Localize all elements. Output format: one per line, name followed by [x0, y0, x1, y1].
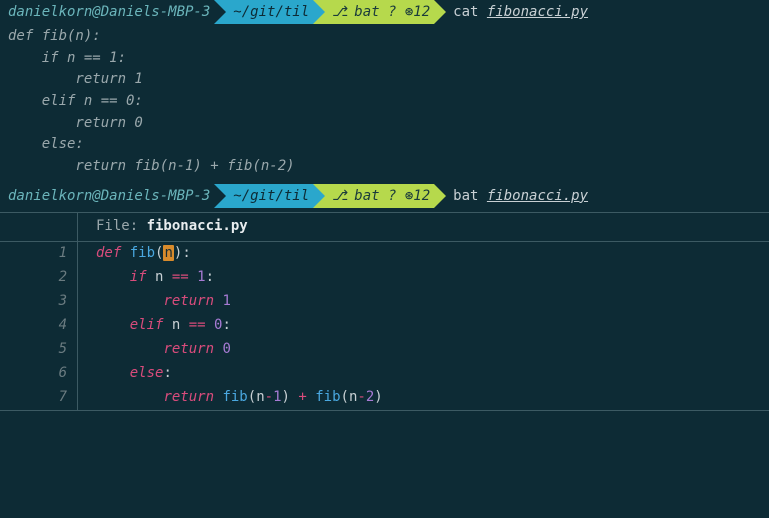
prompt-line-2: danielkorn@Daniels-MBP-3 ~/git/til ⎇ bat…	[0, 184, 769, 208]
keyword-return: return	[163, 341, 222, 357]
prompt-userhost: danielkorn@Daniels-MBP-3	[0, 184, 214, 208]
prompt-git-status: ⎇ bat ? ⊛12	[324, 184, 434, 208]
keyword-if: if	[130, 269, 155, 285]
code-content: elif n == 0:	[78, 315, 231, 337]
indent	[96, 317, 130, 333]
code-line-3: 3 return 1	[0, 290, 769, 314]
line-number: 2	[0, 266, 78, 290]
parameter: n	[163, 245, 173, 261]
bat-output: . File: fibonacci.py 1 def fib(n): 2 if …	[0, 212, 769, 411]
prompt-path: ~/git/til	[225, 184, 313, 208]
code-line-7: 7 return fib(n-1) + fib(n-2)	[0, 386, 769, 410]
code-content: return 0	[78, 339, 231, 361]
indent	[96, 389, 163, 405]
code-line-6: 6 else:	[0, 362, 769, 386]
command-name: bat	[453, 188, 478, 204]
paren-close: )	[374, 389, 382, 405]
git-branch-text: bat ? ⊛12	[354, 0, 430, 24]
indent	[96, 293, 163, 309]
number-literal: 1	[273, 389, 281, 405]
operator-plus: +	[290, 389, 315, 405]
bat-header: . File: fibonacci.py	[0, 213, 769, 241]
git-branch-text: bat ? ⊛12	[354, 184, 430, 208]
command-input[interactable]: cat fibonacci.py	[445, 0, 588, 24]
paren-close: )	[282, 389, 290, 405]
chevron-right-icon	[434, 184, 446, 208]
chevron-right-icon	[434, 0, 446, 24]
code-line-5: 5 return 0	[0, 338, 769, 362]
command-input[interactable]: bat fibonacci.py	[445, 184, 588, 208]
colon: :	[182, 245, 190, 261]
git-branch-icon: ⎇	[332, 0, 348, 24]
keyword-else: else	[130, 365, 164, 381]
chevron-right-icon	[214, 184, 226, 208]
command-name: cat	[453, 4, 478, 20]
keyword-return: return	[163, 389, 222, 405]
indent	[96, 365, 130, 381]
paren-open: (	[341, 389, 349, 405]
chevron-right-icon	[214, 0, 226, 24]
indent	[96, 269, 130, 285]
command-arg-filename: fibonacci.py	[487, 4, 588, 20]
chevron-right-icon	[313, 0, 325, 24]
function-call: fib	[222, 389, 247, 405]
chevron-right-icon	[313, 184, 325, 208]
line-number: 7	[0, 386, 78, 410]
code-content: return 1	[78, 291, 231, 313]
number-literal: 1	[222, 293, 230, 309]
code-line-1: 1 def fib(n):	[0, 242, 769, 266]
operator-eq: ==	[163, 269, 197, 285]
bat-file-name: fibonacci.py	[147, 218, 248, 234]
function-name: fib	[130, 245, 155, 261]
indent	[96, 341, 163, 357]
gutter: .	[0, 213, 78, 241]
line-number: 6	[0, 362, 78, 386]
operator-minus: -	[265, 389, 273, 405]
keyword-elif: elif	[130, 317, 172, 333]
code-content: return fib(n-1) + fib(n-2)	[78, 387, 383, 409]
code-content: def fib(n):	[78, 243, 191, 265]
operator-minus: -	[357, 389, 365, 405]
git-branch-icon: ⎇	[332, 184, 348, 208]
cat-output: def fib(n): if n == 1: return 1 elif n =…	[0, 26, 769, 184]
line-number: 4	[0, 314, 78, 338]
code-content: else:	[78, 363, 172, 385]
paren-open: (	[248, 389, 256, 405]
colon: :	[206, 269, 214, 285]
keyword-def: def	[96, 245, 130, 261]
colon: :	[222, 317, 230, 333]
keyword-return: return	[163, 293, 222, 309]
colon: :	[163, 365, 171, 381]
prompt-path: ~/git/til	[225, 0, 313, 24]
bat-file-label: File: fibonacci.py	[78, 216, 248, 238]
horizontal-rule	[0, 410, 769, 411]
function-call: fib	[315, 389, 340, 405]
line-number: 5	[0, 338, 78, 362]
code-content: if n == 1:	[78, 267, 214, 289]
line-number: 3	[0, 290, 78, 314]
code-line-2: 2 if n == 1:	[0, 266, 769, 290]
command-arg-filename: fibonacci.py	[487, 188, 588, 204]
number-literal: 1	[197, 269, 205, 285]
variable: n	[256, 389, 264, 405]
line-number: 1	[0, 242, 78, 266]
operator-eq: ==	[180, 317, 214, 333]
prompt-userhost: danielkorn@Daniels-MBP-3	[0, 0, 214, 24]
prompt-git-status: ⎇ bat ? ⊛12	[324, 0, 434, 24]
code-line-4: 4 elif n == 0:	[0, 314, 769, 338]
number-literal: 0	[222, 341, 230, 357]
prompt-line-1: danielkorn@Daniels-MBP-3 ~/git/til ⎇ bat…	[0, 0, 769, 24]
file-label-text: File:	[96, 218, 147, 234]
